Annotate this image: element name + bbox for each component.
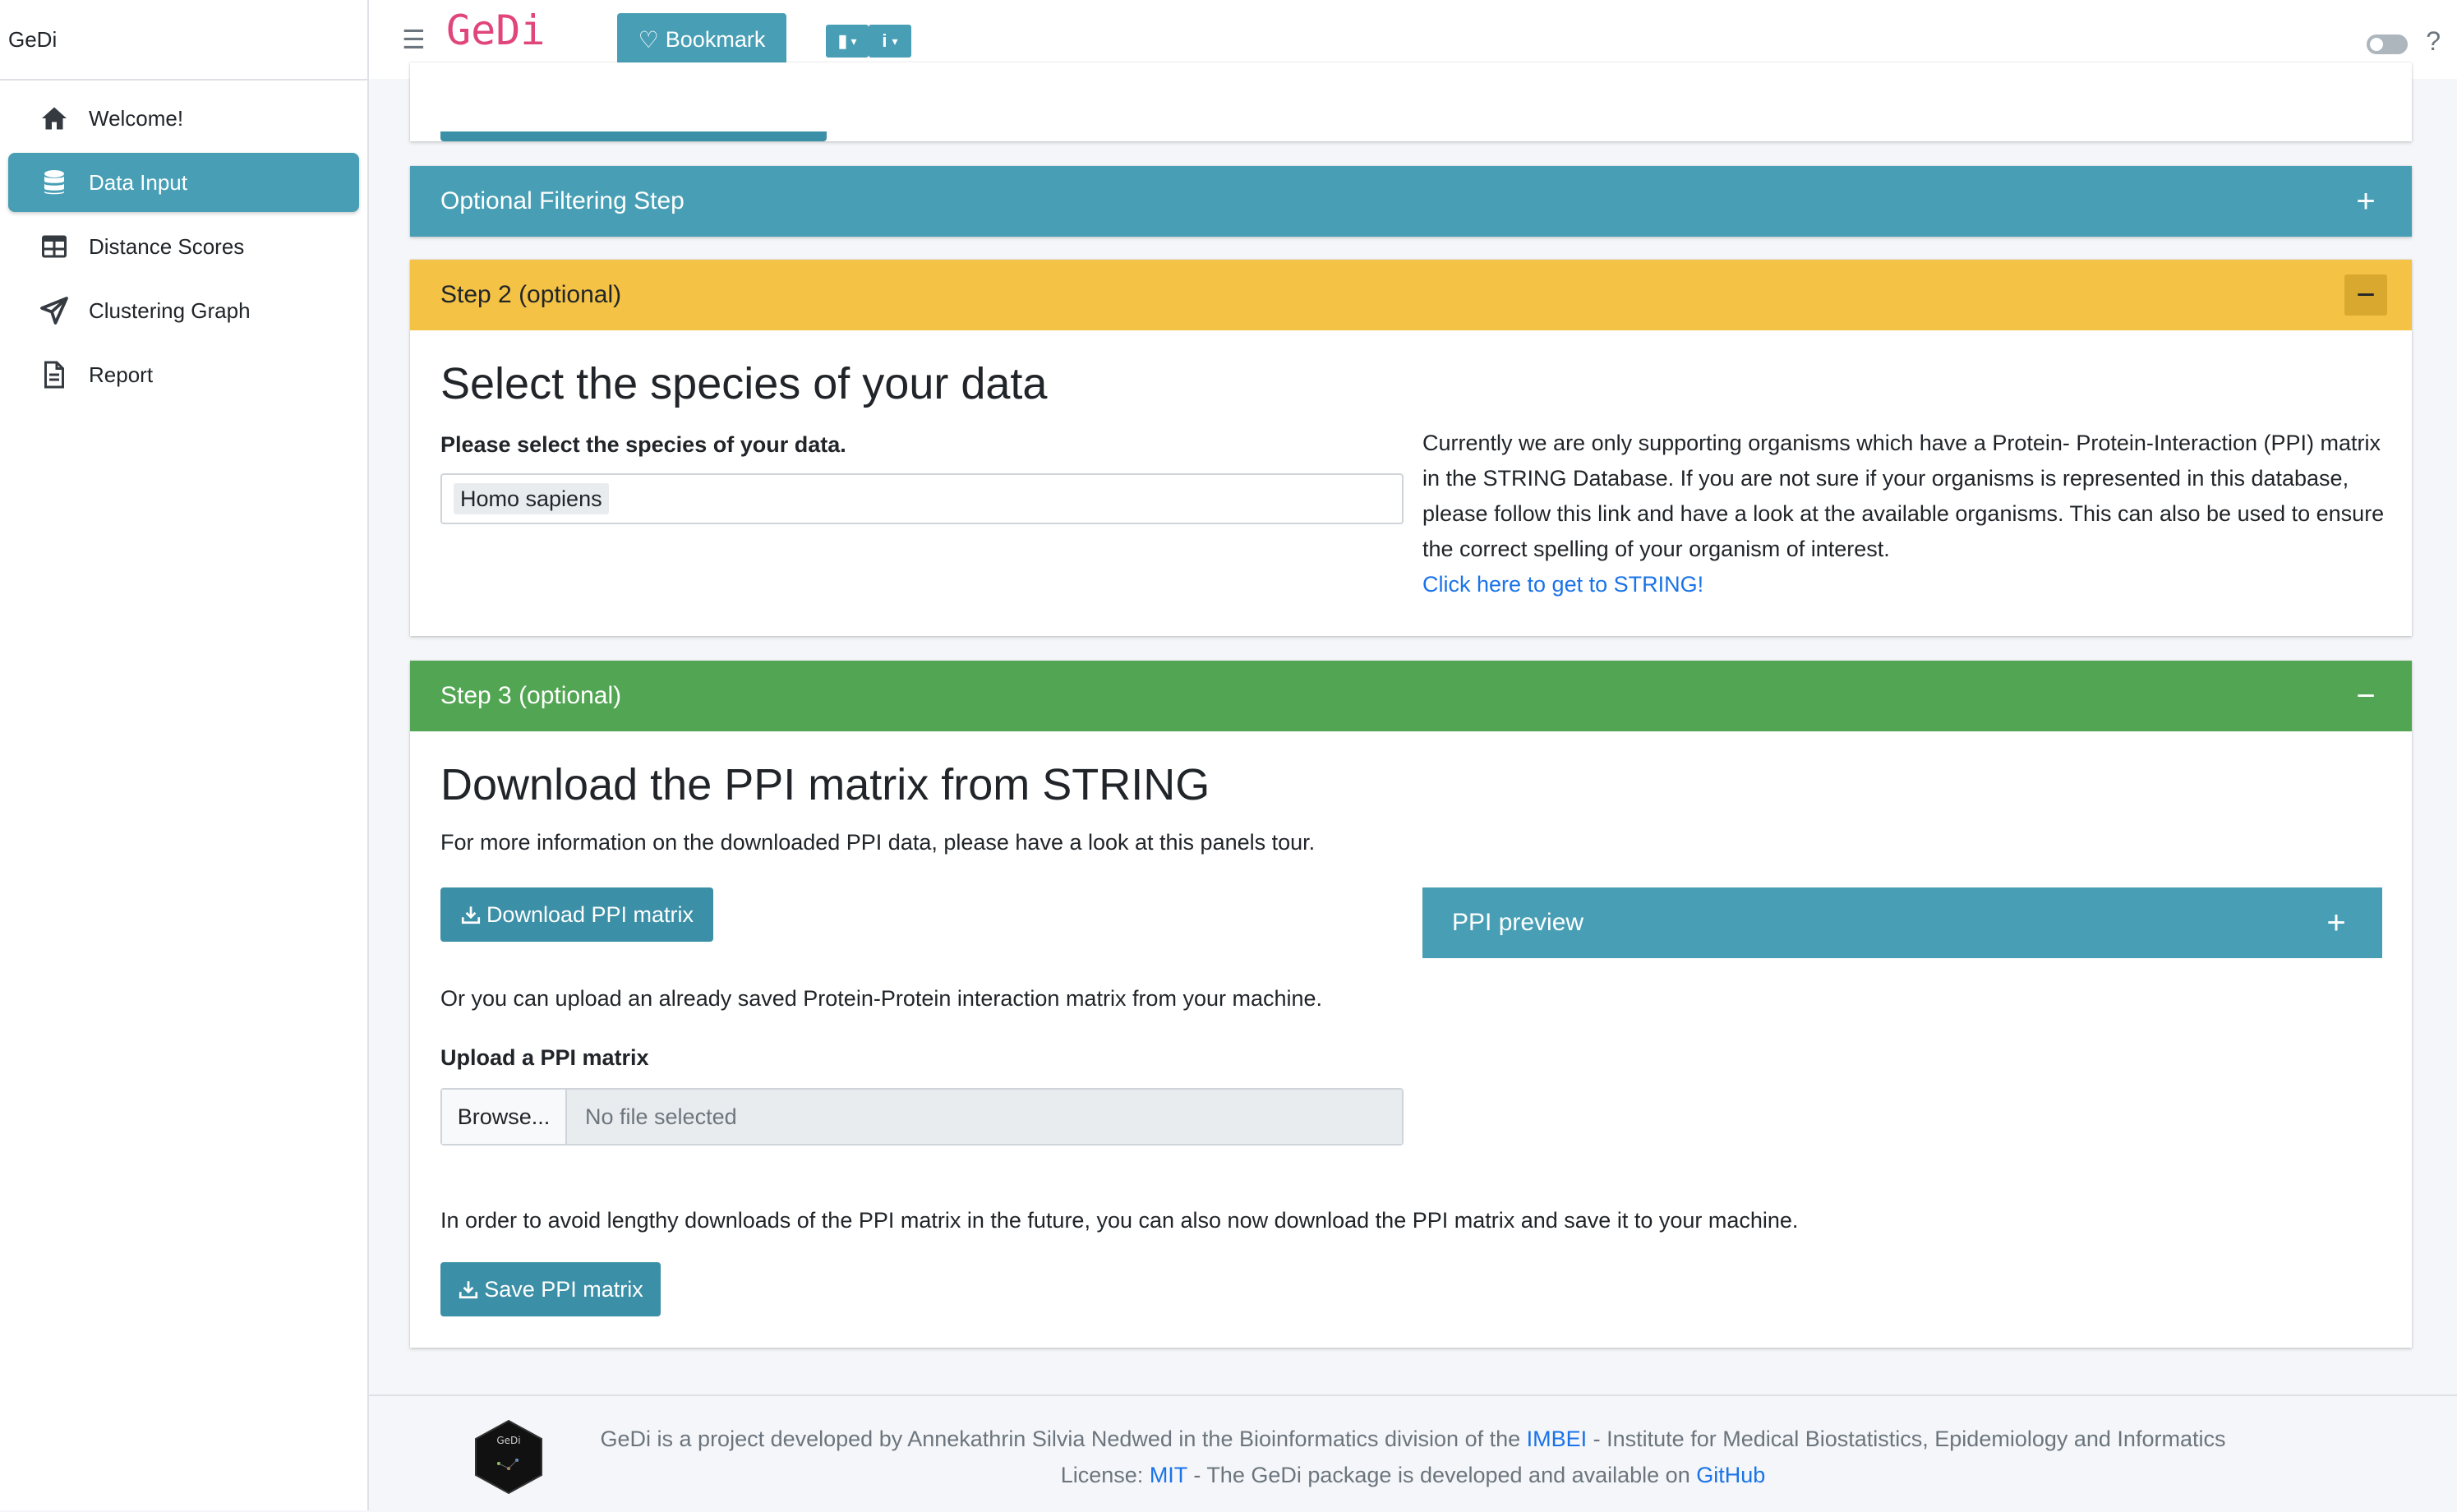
collapse-icon[interactable]: − bbox=[2344, 675, 2387, 717]
caret-down-icon: ▾ bbox=[850, 34, 857, 48]
ppi-preview-box: PPI preview + bbox=[1422, 887, 2382, 958]
ppi-intro-text: For more information on the downloaded P… bbox=[440, 830, 1316, 855]
caret-down-icon: ▾ bbox=[892, 34, 898, 48]
species-info-text: Currently we are only supporting organis… bbox=[1422, 426, 2392, 602]
filtering-card: Optional Filtering Step + bbox=[410, 166, 2412, 237]
collapse-icon[interactable]: − bbox=[2344, 274, 2387, 316]
download-icon bbox=[459, 1281, 478, 1299]
footer-line-1: GeDi is a project developed by Annekathr… bbox=[369, 1421, 2457, 1457]
file-icon bbox=[36, 357, 72, 393]
hamburger-menu-icon[interactable]: ☰ bbox=[402, 25, 426, 54]
sidebar-item-clustering-graph[interactable]: Clustering Graph bbox=[8, 281, 359, 340]
footer-package-text: - The GeDi package is developed and avai… bbox=[1187, 1463, 1697, 1487]
app-logo: GeDi bbox=[446, 7, 546, 54]
species-select[interactable]: Homo sapiens bbox=[440, 473, 1404, 524]
dark-mode-toggle[interactable] bbox=[2367, 35, 2408, 54]
sidebar-item-label: Welcome! bbox=[89, 105, 184, 131]
step2-card-title: Step 2 (optional) bbox=[440, 281, 622, 308]
save-ppi-label: Save PPI matrix bbox=[484, 1276, 643, 1302]
step3-card-title: Step 3 (optional) bbox=[440, 682, 622, 709]
footer-text: GeDi is a project developed by Annekathr… bbox=[369, 1421, 2457, 1493]
species-selected-item[interactable]: Homo sapiens bbox=[454, 483, 609, 514]
heart-icon: ♡ bbox=[638, 26, 659, 53]
info-dropdown-button[interactable]: i ▾ bbox=[869, 25, 911, 58]
ppi-preview-header[interactable]: PPI preview + bbox=[1422, 887, 2382, 958]
string-link[interactable]: Click here to get to STRING! bbox=[1422, 572, 1703, 597]
upload-label: Upload a PPI matrix bbox=[440, 1045, 649, 1070]
sidebar-item-label: Clustering Graph bbox=[89, 297, 251, 323]
footer: GeDi GeDi is a project developed by Anne… bbox=[369, 1394, 2457, 1512]
previous-step-button-edge[interactable] bbox=[440, 131, 827, 141]
database-icon bbox=[36, 164, 72, 201]
sidebar: GeDi Welcome! Data Input Distance Scores… bbox=[0, 0, 369, 1510]
species-heading: Select the species of your data bbox=[440, 359, 1048, 408]
download-icon bbox=[461, 906, 481, 924]
species-select-label: Please select the species of your data. bbox=[440, 432, 846, 457]
browse-button[interactable]: Browse... bbox=[442, 1090, 567, 1144]
expand-icon[interactable]: + bbox=[2344, 181, 2387, 222]
filtering-card-header[interactable]: Optional Filtering Step + bbox=[410, 166, 2412, 237]
sidebar-item-label: Report bbox=[89, 362, 154, 387]
home-icon bbox=[36, 100, 72, 136]
sidebar-nav: Welcome! Data Input Distance Scores Clus… bbox=[0, 81, 367, 417]
step2-card-header[interactable]: Step 2 (optional) − bbox=[410, 260, 2412, 330]
ppi-heading: Download the PPI matrix from STRING bbox=[440, 760, 1210, 809]
sidebar-item-report[interactable]: Report bbox=[8, 345, 359, 404]
footer-license-label: License: bbox=[1060, 1463, 1150, 1487]
upload-description: Or you can upload an already saved Prote… bbox=[440, 986, 1323, 1011]
bookmark-label: Bookmark bbox=[665, 26, 766, 52]
sidebar-item-label: Data Input bbox=[89, 169, 187, 195]
footer-line-2: License: MIT - The GeDi package is devel… bbox=[369, 1457, 2457, 1493]
species-info-paragraph: Currently we are only supporting organis… bbox=[1422, 431, 2385, 561]
sidebar-brand[interactable]: GeDi bbox=[0, 0, 367, 81]
mit-link[interactable]: MIT bbox=[1150, 1463, 1187, 1487]
sidebar-item-label: Distance Scores bbox=[89, 233, 245, 259]
sidebar-item-welcome[interactable]: Welcome! bbox=[8, 89, 359, 148]
save-ppi-button[interactable]: Save PPI matrix bbox=[440, 1262, 661, 1316]
file-name-field: No file selected bbox=[567, 1090, 1402, 1144]
bookmark-button[interactable]: ♡ Bookmark bbox=[617, 13, 786, 66]
sidebar-item-distance-scores[interactable]: Distance Scores bbox=[8, 217, 359, 276]
footer-institute: - Institute for Medical Biostatistics, E… bbox=[1587, 1427, 2226, 1451]
file-upload-input[interactable]: Browse... No file selected bbox=[440, 1088, 1404, 1146]
table-icon bbox=[36, 228, 72, 265]
download-ppi-button[interactable]: Download PPI matrix bbox=[440, 887, 713, 942]
github-link[interactable]: GitHub bbox=[1696, 1463, 1765, 1487]
imbei-link[interactable]: IMBEI bbox=[1527, 1427, 1588, 1451]
ppi-preview-title: PPI preview bbox=[1452, 909, 1584, 936]
expand-icon[interactable]: + bbox=[2315, 902, 2358, 943]
book-icon: ▮ bbox=[837, 30, 848, 51]
step3-card: Step 3 (optional) − Download the PPI mat… bbox=[410, 661, 2412, 1348]
step3-card-header[interactable]: Step 3 (optional) − bbox=[410, 661, 2412, 731]
save-description: In order to avoid lengthy downloads of t… bbox=[440, 1208, 1799, 1233]
book-dropdown-button[interactable]: ▮ ▾ bbox=[826, 25, 869, 58]
filtering-card-title: Optional Filtering Step bbox=[440, 187, 685, 214]
step2-card: Step 2 (optional) − Select the species o… bbox=[410, 260, 2412, 636]
previous-step-card bbox=[410, 62, 2412, 141]
help-icon[interactable]: ? bbox=[2426, 26, 2441, 57]
sidebar-item-data-input[interactable]: Data Input bbox=[8, 153, 359, 212]
paper-plane-icon bbox=[36, 293, 72, 329]
info-icon: i bbox=[882, 30, 887, 51]
footer-credit: GeDi is a project developed by Annekathr… bbox=[600, 1427, 1527, 1451]
download-ppi-label: Download PPI matrix bbox=[486, 901, 694, 927]
